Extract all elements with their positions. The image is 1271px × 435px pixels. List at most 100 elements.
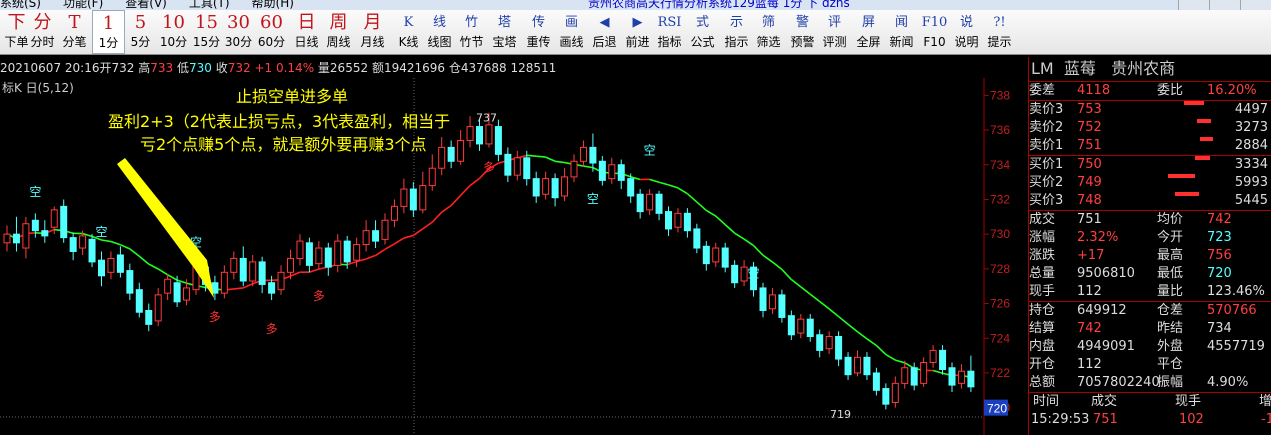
candle-body[interactable] — [50, 209, 58, 228]
toolbar-button-24[interactable]: 警预警 — [786, 10, 819, 54]
candle-body[interactable] — [249, 261, 257, 282]
toolbar-button-20[interactable]: RSI 指标 — [653, 10, 686, 54]
candle-body[interactable] — [835, 336, 843, 360]
candle-body[interactable] — [787, 315, 795, 336]
candle-body[interactable] — [532, 178, 540, 197]
candle-body[interactable] — [362, 230, 370, 246]
candle-body[interactable] — [882, 388, 890, 405]
toolbar-button-14[interactable]: 竹竹节 — [455, 10, 488, 54]
asks-row[interactable]: 卖价3 753 4497 — [1029, 101, 1271, 119]
candle-body[interactable] — [674, 212, 682, 228]
menu-item-help[interactable]: 帮助(H) — [252, 0, 294, 10]
toolbar-button-27[interactable]: 闻新闻 — [885, 10, 918, 54]
tick-list[interactable]: 时间 成交 现手 增 15:29:53 751 102 -1 — [1029, 392, 1271, 429]
candle-body[interactable] — [825, 336, 833, 350]
toolbar-button-21[interactable]: 式公式 — [686, 10, 719, 54]
candle-body[interactable] — [806, 318, 814, 338]
candle-body[interactable] — [447, 146, 455, 162]
candle-body[interactable] — [305, 242, 313, 266]
menu-item-system[interactable]: 系统(S) — [0, 0, 41, 10]
toolbar-button-9[interactable]: 日日线 — [290, 10, 323, 54]
candle-body[interactable] — [12, 233, 20, 244]
candle-body[interactable] — [570, 160, 578, 178]
candle-body[interactable] — [920, 362, 928, 384]
candle-body[interactable] — [948, 367, 956, 386]
bids-row[interactable]: 买价2 749 5993 — [1029, 174, 1271, 192]
candle-body[interactable] — [343, 240, 351, 263]
candle-body[interactable] — [636, 193, 644, 213]
candle-body[interactable] — [872, 372, 880, 391]
candle-body[interactable] — [287, 257, 294, 273]
toolbar-button-17[interactable]: 画画线 — [555, 10, 588, 54]
candle-body[interactable] — [617, 164, 625, 181]
candle-body[interactable] — [494, 126, 502, 155]
candle-body[interactable] — [88, 238, 96, 263]
candle-body[interactable] — [768, 294, 776, 310]
candle-body[interactable] — [239, 257, 247, 282]
kline-chart[interactable]: 720722724726728730732734736738720标K 日(5,… — [0, 78, 1027, 435]
candle-body[interactable] — [702, 245, 710, 265]
candle-body[interactable] — [164, 278, 172, 294]
candle-body[interactable] — [268, 282, 276, 294]
candle-body[interactable] — [844, 356, 852, 376]
toolbar-button-18[interactable]: ◀ 后退 — [588, 10, 621, 54]
candle-body[interactable] — [135, 289, 143, 313]
toolbar-button-10[interactable]: 周周线 — [322, 10, 355, 54]
candle-body[interactable] — [513, 157, 521, 176]
candle-body[interactable] — [891, 382, 899, 403]
candle-body[interactable] — [98, 259, 105, 277]
menu-item-function[interactable]: 功能(F) — [63, 0, 103, 10]
candle-body[interactable] — [390, 205, 398, 221]
candle-body[interactable] — [579, 146, 587, 162]
candle-body[interactable] — [220, 271, 228, 294]
maximize-button[interactable] — [1209, 0, 1240, 10]
toolbar-button-3[interactable]: 1 1分 — [92, 10, 125, 54]
candle-body[interactable] — [409, 188, 417, 211]
candle-body[interactable] — [608, 164, 616, 180]
candle-body[interactable] — [797, 318, 805, 334]
candle-body[interactable] — [816, 334, 824, 351]
candle-body[interactable] — [778, 294, 786, 318]
toolbar-button-16[interactable]: 传重传 — [522, 10, 555, 54]
candle-body[interactable] — [967, 370, 975, 388]
candle-body[interactable] — [929, 349, 937, 364]
toolbar-button-30[interactable]: ?! 提示 — [983, 10, 1016, 54]
candle-body[interactable] — [154, 294, 162, 322]
candle-body[interactable] — [504, 153, 512, 176]
candle-body[interactable] — [561, 176, 569, 197]
tick-row[interactable]: 15:29:53 751 102 -1 — [1029, 411, 1271, 429]
candle-body[interactable] — [683, 212, 691, 232]
toolbar-button-23[interactable]: 筛筛选 — [752, 10, 785, 54]
toolbar-button-5[interactable]: 10 10分 — [157, 10, 190, 54]
candle-body[interactable] — [183, 287, 191, 301]
candle-body[interactable] — [79, 235, 87, 249]
bids-row[interactable]: 买价1 750 3334 — [1029, 156, 1271, 174]
candle-body[interactable] — [646, 193, 654, 211]
candle-body[interactable] — [523, 157, 531, 180]
toolbar-button-28[interactable]: F10 F10 — [918, 10, 951, 54]
asks-row[interactable]: 卖价1 751 2884 — [1029, 137, 1271, 155]
candle-body[interactable] — [145, 309, 153, 325]
minimize-button[interactable] — [1178, 0, 1209, 10]
toolbar-button-22[interactable]: 示指示 — [720, 10, 753, 54]
candle-body[interactable] — [41, 230, 49, 237]
candle-body[interactable] — [296, 240, 304, 259]
candle-body[interactable] — [230, 257, 238, 273]
candle-body[interactable] — [655, 193, 663, 214]
candle-body[interactable] — [901, 367, 909, 384]
menu-item-view[interactable]: 查看(V) — [125, 0, 167, 10]
candle-body[interactable] — [457, 139, 465, 162]
candle-body[interactable] — [428, 167, 436, 187]
candle-body[interactable] — [315, 247, 323, 265]
candle-body[interactable] — [31, 219, 39, 232]
candle-body[interactable] — [957, 370, 965, 384]
toolbar-button-13[interactable]: 线线图 — [423, 10, 456, 54]
candle-body[interactable] — [665, 211, 672, 230]
candle-body[interactable] — [173, 282, 181, 303]
asks-row[interactable]: 卖价2 752 3273 — [1029, 119, 1271, 137]
candle-body[interactable] — [116, 254, 124, 273]
candle-body[interactable] — [381, 219, 389, 240]
candle-body[interactable] — [372, 230, 380, 242]
toolbar-button-2[interactable]: T 分笔 — [58, 10, 91, 54]
toolbar-button-4[interactable]: 5 5分 — [124, 10, 157, 54]
